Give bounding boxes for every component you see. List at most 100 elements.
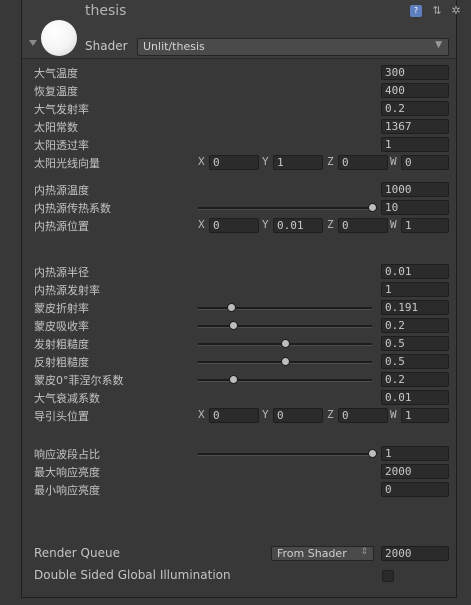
render-queue-dropdown-value: From Shader (277, 547, 347, 560)
slider-thumb[interactable] (228, 375, 238, 384)
slider-thumb[interactable] (227, 303, 237, 312)
prop-label: 大气温度 (34, 67, 78, 80)
prop-value-field[interactable]: 2000 (381, 464, 449, 479)
prop-value-field[interactable]: 0 (381, 482, 449, 497)
prop-label: 恢复温度 (34, 85, 78, 98)
vector-w-field[interactable]: 1 (401, 218, 449, 233)
vector-z-label[interactable]: Z (327, 155, 334, 168)
vector-y-field[interactable]: 1 (273, 155, 323, 170)
prop-label: 内热源位置 (34, 220, 89, 233)
gear-icon[interactable]: ✲ (450, 5, 462, 17)
prop-row-atm-emissivity: 大气发射率 0.2 (22, 100, 456, 118)
prop-row-sun-transmit: 太阳透过率 1 (22, 136, 456, 154)
slider-thumb[interactable] (228, 321, 238, 330)
prop-row-heat-temp: 内热源温度 1000 (22, 181, 456, 199)
vector-w-label[interactable]: W (390, 218, 397, 231)
vector-y-label[interactable]: Y (262, 155, 269, 168)
prop-label: 最大响应亮度 (34, 466, 100, 479)
vector-y-field[interactable]: 0 (273, 408, 323, 423)
help-book-icon[interactable]: ? (410, 5, 422, 17)
foldout-arrow-icon[interactable] (29, 40, 37, 46)
dropdown-arrows-icon: ⇕ (360, 547, 368, 557)
prop-row-min-bright: 最小响应亮度 0 (22, 481, 456, 499)
vector-w-label[interactable]: W (390, 155, 397, 168)
prop-row-heat-radius: 内热源半径 0.01 (22, 263, 456, 281)
vector-z-label[interactable]: Z (327, 218, 334, 231)
vector-x-field[interactable]: 0 (209, 218, 259, 233)
prop-value-field[interactable]: 0.2 (381, 101, 449, 116)
prop-label: 大气衰减系数 (34, 392, 100, 405)
prop-row-atm-attenuation: 大气衰减系数 0.01 (22, 389, 456, 407)
prop-row-atm-temp: 大气温度 300 (22, 64, 456, 82)
prop-row-skin-absorb: 蒙皮吸收率 0.2 (22, 317, 456, 335)
prop-row-reflect-rough: 反射粗糙度 0.5 (22, 353, 456, 371)
prop-value-field[interactable]: 1 (381, 282, 449, 297)
vector-x-field[interactable]: 0 (209, 155, 259, 170)
vector-w-field[interactable]: 1 (401, 408, 449, 423)
slider-track[interactable] (198, 307, 372, 310)
slider-thumb[interactable] (281, 339, 290, 348)
prop-row-solar-const: 太阳常数 1367 (22, 118, 456, 136)
vector-y-label[interactable]: Y (262, 408, 269, 421)
prop-label: 内热源传热系数 (34, 202, 111, 215)
slider-track[interactable] (198, 325, 372, 328)
prop-value-field[interactable]: 0.5 (381, 354, 449, 369)
render-queue-label: Render Queue (34, 546, 120, 560)
vector-z-field[interactable]: 0 (338, 155, 388, 170)
render-queue-value-field[interactable]: 2000 (381, 546, 449, 561)
prop-value-field[interactable]: 400 (381, 83, 449, 98)
prop-row-skin-fresnel: 蒙皮0°菲涅尔系数 0.2 (22, 371, 456, 389)
prop-value-field[interactable]: 10 (381, 200, 449, 215)
inspector-bottom-border (21, 597, 457, 598)
vector-y-label[interactable]: Y (262, 218, 269, 231)
vector-y-field[interactable]: 0.01 (273, 218, 323, 233)
vector-x-label[interactable]: X (198, 408, 205, 421)
prop-label: 内热源半径 (34, 266, 89, 279)
shader-dropdown-value: Unlit/thesis (143, 40, 205, 53)
prop-label: 太阳常数 (34, 121, 78, 134)
material-preview-icon (41, 20, 77, 56)
preset-icon[interactable]: ⇅ (431, 5, 443, 17)
slider-track[interactable] (198, 453, 372, 456)
vector-z-label[interactable]: Z (327, 408, 334, 421)
prop-row-sun-dir: 太阳光线向量 X 0 Y 1 Z 0 W 0 (22, 154, 456, 172)
prop-value-field[interactable]: 1 (381, 137, 449, 152)
prop-label: 最小响应亮度 (34, 484, 100, 497)
prop-value-field[interactable]: 0.191 (381, 300, 449, 315)
prop-value-field[interactable]: 1000 (381, 182, 449, 197)
vector-x-field[interactable]: 0 (209, 408, 259, 423)
shader-label: Shader (85, 39, 128, 53)
vector-z-field[interactable]: 0 (338, 218, 388, 233)
slider-thumb[interactable] (368, 449, 377, 458)
slider-thumb[interactable] (368, 203, 377, 212)
slider-thumb[interactable] (281, 357, 290, 366)
shader-dropdown[interactable]: Unlit/thesis ▼ (137, 38, 449, 56)
prop-row-band-ratio: 响应波段占比 1 (22, 445, 456, 463)
prop-row-seeker-pos: 导引头位置 X 0 Y 0 Z 0 W 1 (22, 407, 456, 425)
prop-row-heat-emit: 内热源发射率 1 (22, 281, 456, 299)
slider-track[interactable] (198, 379, 372, 382)
material-title: thesis (85, 3, 127, 19)
material-header: thesis Shader Unlit/thesis ▼ ? ⇅ ✲ (22, 0, 461, 59)
slider-track[interactable] (198, 207, 372, 210)
prop-value-field[interactable]: 1367 (381, 119, 449, 134)
prop-value-field[interactable]: 0.2 (381, 372, 449, 387)
prop-row-heat-pos: 内热源位置 X 0 Y 0.01 Z 0 W 1 (22, 217, 456, 235)
prop-value-field[interactable]: 300 (381, 65, 449, 80)
vector-x-label[interactable]: X (198, 155, 205, 168)
prop-value-field[interactable]: 1 (381, 446, 449, 461)
double-sided-gi-checkbox[interactable] (382, 570, 394, 582)
vector-z-field[interactable]: 0 (338, 408, 388, 423)
prop-value-field[interactable]: 0.01 (381, 264, 449, 279)
prop-row-restore-temp: 恢复温度 400 (22, 82, 456, 100)
vector-w-field[interactable]: 0 (401, 155, 449, 170)
prop-label: 内热源温度 (34, 184, 89, 197)
prop-value-field[interactable]: 0.2 (381, 318, 449, 333)
vector-w-label[interactable]: W (390, 408, 397, 421)
prop-label: 发射粗糙度 (34, 338, 89, 351)
prop-value-field[interactable]: 0.5 (381, 336, 449, 351)
render-queue-dropdown[interactable]: From Shader ⇕ (271, 546, 374, 561)
prop-value-field[interactable]: 0.01 (381, 390, 449, 405)
vector-x-label[interactable]: X (198, 218, 205, 231)
chevron-down-icon: ▼ (435, 40, 442, 50)
